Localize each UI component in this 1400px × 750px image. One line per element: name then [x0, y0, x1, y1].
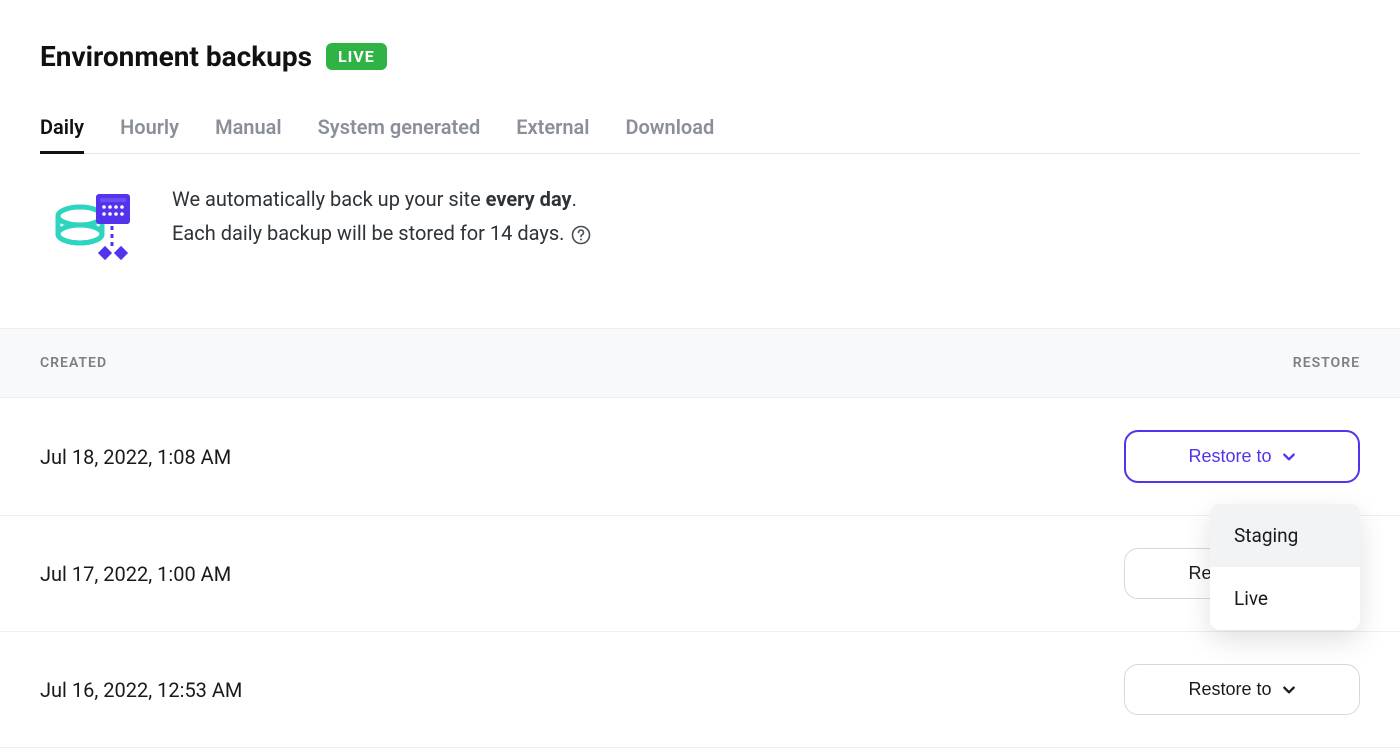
restore-label: Restore to	[1188, 446, 1271, 467]
restore-to-button[interactable]: Restore to	[1124, 664, 1360, 715]
info-text: We automatically back up your site every…	[172, 182, 591, 250]
table-row: Jul 16, 2022, 12:53 AM Restore to	[0, 632, 1400, 748]
backup-date: Jul 18, 2022, 1:08 AM	[40, 445, 231, 469]
info-line1-pre: We automatically back up your site	[172, 187, 486, 211]
restore-to-button[interactable]: Restore to	[1124, 430, 1360, 483]
tab-manual[interactable]: Manual	[215, 115, 282, 153]
info-panel: We automatically back up your site every…	[40, 154, 1360, 328]
page-title: Environment backups	[40, 40, 312, 73]
tab-daily[interactable]: Daily	[40, 115, 84, 153]
col-created: CREATED	[40, 355, 107, 371]
env-badge-live: LIVE	[326, 43, 387, 70]
help-icon[interactable]	[571, 225, 591, 245]
table-row: Jul 17, 2022, 1:00 AM Restore to	[0, 516, 1400, 632]
dropdown-item-staging[interactable]: Staging	[1210, 504, 1360, 567]
backup-schedule-icon	[50, 182, 136, 268]
table-row: Jul 18, 2022, 1:08 AM Restore to Staging…	[0, 398, 1400, 516]
table-header: CREATED RESTORE	[0, 328, 1400, 398]
backup-date: Jul 16, 2022, 12:53 AM	[40, 678, 242, 702]
chevron-down-icon	[1282, 450, 1296, 464]
tab-external[interactable]: External	[516, 115, 589, 153]
tab-download[interactable]: Download	[625, 115, 714, 153]
restore-dropdown: Staging Live	[1210, 504, 1360, 630]
info-line1-bold: every day	[486, 187, 572, 211]
tab-system-generated[interactable]: System generated	[318, 115, 481, 153]
tab-hourly[interactable]: Hourly	[120, 115, 179, 153]
tabs: Daily Hourly Manual System generated Ext…	[40, 115, 1360, 154]
backup-date: Jul 17, 2022, 1:00 AM	[40, 562, 231, 586]
chevron-down-icon	[1282, 683, 1296, 697]
col-restore: RESTORE	[1293, 355, 1360, 371]
restore-label: Restore to	[1188, 679, 1271, 700]
info-line1-post: .	[572, 187, 577, 211]
header: Environment backups LIVE	[40, 40, 1360, 73]
dropdown-item-live[interactable]: Live	[1210, 567, 1360, 630]
info-line2: Each daily backup will be stored for 14 …	[172, 221, 564, 245]
